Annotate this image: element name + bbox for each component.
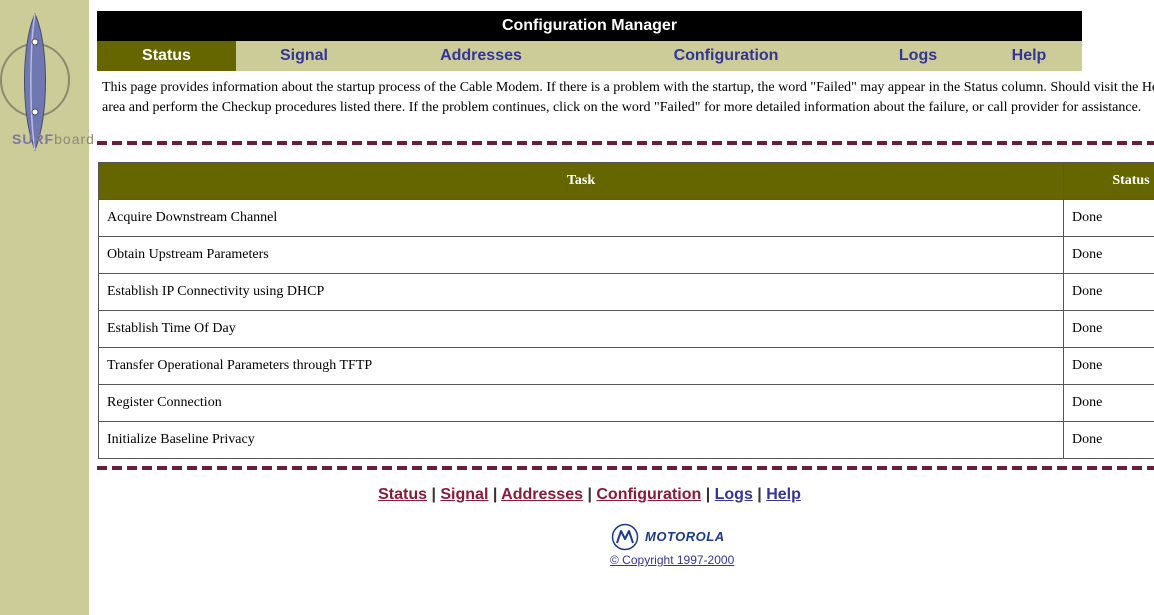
- column-header-status: Status: [1063, 162, 1154, 200]
- divider-top: [97, 141, 1154, 145]
- intro-text: This page provides information about the…: [102, 80, 1154, 115]
- tab-configuration[interactable]: Configuration: [590, 41, 862, 71]
- tab-signal[interactable]: Signal: [236, 41, 372, 71]
- footer-separator: |: [701, 486, 715, 503]
- footer-link-logs[interactable]: Logs: [715, 486, 753, 503]
- table-row: Initialize Baseline Privacy Done: [98, 421, 1154, 459]
- intro-paragraph: This page provides information about the…: [102, 78, 1154, 140]
- motorola-logo: MOTOROLA: [611, 523, 751, 553]
- footer-separator: |: [488, 486, 502, 503]
- footer-separator: |: [752, 486, 767, 503]
- status-cell: Done: [1063, 347, 1154, 385]
- tab-status[interactable]: Status: [97, 41, 236, 71]
- footer-link-configuration[interactable]: Configuration: [596, 486, 701, 503]
- column-header-task: Task: [98, 162, 1064, 200]
- footer-separator: |: [583, 486, 597, 503]
- footer-nav: Status | Signal | Addresses | Configurat…: [97, 486, 1082, 504]
- status-cell: Done: [1063, 421, 1154, 459]
- startup-status-table: Task Status Acquire Downstream Channel Do…: [98, 162, 1154, 459]
- footer-link-help[interactable]: Help: [766, 486, 801, 503]
- status-cell: Done: [1063, 199, 1154, 237]
- page-title: Configuration Manager: [97, 11, 1082, 41]
- status-cell: Done: [1063, 273, 1154, 311]
- tab-addresses[interactable]: Addresses: [372, 41, 590, 71]
- left-sidebar: SURFboard: [0, 0, 94, 615]
- status-cell: Done: [1063, 236, 1154, 274]
- status-table-container: Task Status Acquire Downstream Channel Do…: [98, 162, 1154, 466]
- tab-help[interactable]: Help: [974, 41, 1084, 71]
- surfboard-wordmark: SURFboard: [12, 131, 95, 147]
- table-row: Acquire Downstream Channel Done: [98, 199, 1154, 237]
- copyright-link[interactable]: © Copyright 1997-2000: [610, 553, 734, 567]
- footer-link-addresses[interactable]: Addresses: [501, 486, 583, 503]
- footer-separator: |: [427, 486, 441, 503]
- task-cell: Acquire Downstream Channel: [98, 199, 1064, 237]
- footer-link-status[interactable]: Status: [378, 486, 427, 503]
- tab-logs[interactable]: Logs: [862, 41, 974, 71]
- table-row: Establish Time Of Day Done: [98, 310, 1154, 348]
- table-row: Register Connection Done: [98, 384, 1154, 422]
- table-header-row: Task Status: [98, 162, 1154, 200]
- motorola-wordmark: MOTOROLA: [645, 529, 725, 544]
- status-cell: Done: [1063, 384, 1154, 422]
- task-cell: Obtain Upstream Parameters: [98, 236, 1064, 274]
- motorola-batwing-icon: [611, 523, 639, 551]
- table-row: Transfer Operational Parameters through …: [98, 347, 1154, 385]
- table-row: Establish IP Connectivity using DHCP Done: [98, 273, 1154, 311]
- divider-bottom: [97, 466, 1154, 470]
- task-cell: Establish IP Connectivity using DHCP: [98, 273, 1064, 311]
- task-cell: Establish Time Of Day: [98, 310, 1064, 348]
- footer-link-signal[interactable]: Signal: [440, 486, 488, 503]
- table-row: Obtain Upstream Parameters Done: [98, 236, 1154, 274]
- task-cell: Register Connection: [98, 384, 1064, 422]
- task-cell: Initialize Baseline Privacy: [98, 421, 1064, 459]
- task-cell: Transfer Operational Parameters through …: [98, 347, 1064, 385]
- status-cell: Done: [1063, 310, 1154, 348]
- top-nav: Status Signal Addresses Configuration Lo…: [97, 41, 1082, 71]
